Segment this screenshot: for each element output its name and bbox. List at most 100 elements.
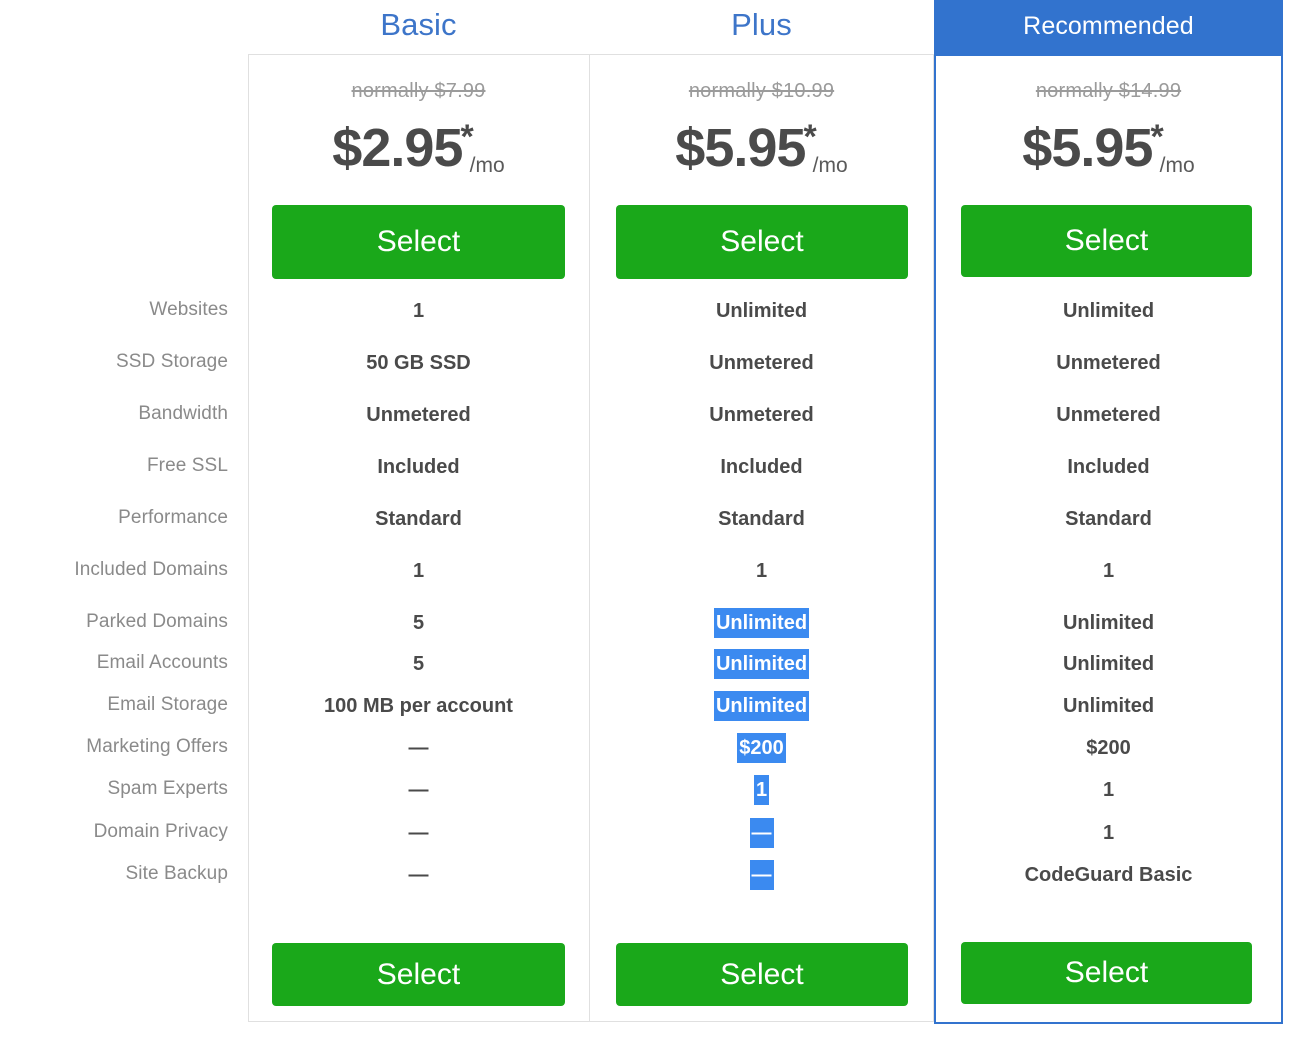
feature-value-text: 1 — [755, 560, 768, 582]
feature-value-text: Unmetered — [709, 352, 814, 374]
feature-value-plus: Unlimited — [589, 296, 934, 326]
feature-value-text: Standard — [375, 508, 462, 530]
feature-label: Included Domains — [74, 559, 228, 580]
feature-value-text: — — [749, 860, 774, 890]
plan-header-basic: Basic — [380, 7, 457, 42]
price-block-plus: normally $10.99 $5.95*/mo — [589, 78, 934, 177]
table-row: SSD Storage 50 GB SSD Unmetered Unmetered — [0, 348, 1300, 400]
select-button-plus-top[interactable]: Select — [616, 205, 908, 279]
feature-value-text: Included — [1067, 456, 1150, 478]
feature-value-plus: Included — [589, 452, 934, 482]
feature-value-text: Standard — [1065, 508, 1152, 530]
feature-value-recommended: Unlimited — [934, 296, 1283, 326]
feature-value-plus: Unmetered — [589, 400, 934, 430]
feature-label: Websites — [149, 299, 228, 320]
feature-value-text: Unlimited — [1062, 653, 1155, 675]
feature-value-text: 100 MB per account — [324, 695, 513, 717]
table-row: Websites 1 Unlimited Unlimited — [0, 296, 1300, 348]
feature-value-plus: $200 — [589, 733, 934, 763]
feature-value-plus: Unlimited — [589, 691, 934, 721]
feature-label: SSD Storage — [116, 351, 228, 372]
feature-value-text: — — [408, 779, 429, 801]
price-line-basic: $2.95*/mo — [248, 108, 589, 177]
pricing-comparison-table: Basic Plus Recommended normally $7.99 $2… — [0, 0, 1300, 1058]
feature-value-plus: 1 — [589, 556, 934, 586]
plan-header-recommended: Recommended — [934, 0, 1283, 54]
feature-value-text: 5 — [412, 612, 425, 634]
feature-value-text: Unlimited — [715, 300, 808, 322]
feature-label: Domain Privacy — [93, 821, 228, 842]
feature-value-text: 1 — [1102, 822, 1115, 844]
table-row: Free SSL Included Included Included — [0, 452, 1300, 504]
feature-value-plus: — — [589, 818, 934, 848]
select-button-basic-top[interactable]: Select — [272, 205, 565, 279]
feature-label: Performance — [118, 507, 228, 528]
feature-value-recommended: Unmetered — [934, 400, 1283, 430]
feature-label: Free SSL — [146, 455, 228, 476]
feature-value-basic: 5 — [248, 649, 589, 679]
feature-value-recommended: 1 — [934, 556, 1283, 586]
feature-value-basic: 1 — [248, 296, 589, 326]
feature-value-basic: 5 — [248, 608, 589, 638]
price-line-plus: $5.95*/mo — [589, 108, 934, 177]
feature-value-text: — — [749, 818, 774, 848]
table-row: Marketing Offers — $200 $200 — [0, 733, 1300, 775]
feature-value-text: Unlimited — [713, 691, 810, 721]
table-row: Included Domains 1 1 1 — [0, 556, 1300, 608]
select-button-recommended-bottom[interactable]: Select — [961, 942, 1252, 1004]
feature-value-text: 50 GB SSD — [366, 352, 471, 374]
feature-value-text: Unlimited — [713, 649, 810, 679]
feature-value-basic: Unmetered — [248, 400, 589, 430]
feature-value-recommended: CodeGuard Basic — [934, 860, 1283, 890]
feature-value-text: CodeGuard Basic — [1024, 864, 1193, 886]
feature-value-text: Unmetered — [366, 404, 471, 426]
original-price-basic: normally $7.99 — [351, 80, 486, 102]
feature-value-text: — — [408, 822, 429, 844]
price-block-basic: normally $7.99 $2.95*/mo — [248, 78, 589, 177]
feature-value-text: Unlimited — [1062, 300, 1155, 322]
feature-value-basic: — — [248, 860, 589, 890]
feature-value-basic: 1 — [248, 556, 589, 586]
feature-value-text: Unmetered — [1056, 352, 1161, 374]
feature-value-text: — — [408, 864, 429, 886]
price-amount-recommended: $5.95 — [1022, 118, 1153, 178]
feature-value-recommended: Standard — [934, 504, 1283, 534]
feature-value-basic: 100 MB per account — [248, 691, 589, 721]
table-row: Performance Standard Standard Standard — [0, 504, 1300, 556]
feature-label: Spam Experts — [107, 778, 228, 799]
table-row: Site Backup — — CodeGuard Basic — [0, 860, 1300, 902]
select-button-basic-bottom[interactable]: Select — [272, 943, 565, 1006]
feature-label: Email Storage — [107, 694, 228, 715]
table-row: Parked Domains 5 Unlimited Unlimited — [0, 608, 1300, 649]
price-amount-basic: $2.95 — [332, 118, 463, 178]
feature-value-text: Included — [720, 456, 803, 478]
feature-value-text: 1 — [412, 300, 425, 322]
feature-value-basic: — — [248, 775, 589, 805]
feature-value-text: 1 — [412, 560, 425, 582]
feature-value-text: 5 — [412, 653, 425, 675]
price-line-recommended: $5.95*/mo — [934, 108, 1283, 177]
select-button-plus-bottom[interactable]: Select — [616, 943, 908, 1006]
price-asterisk-basic: * — [460, 118, 474, 156]
feature-value-text: Unlimited — [713, 608, 810, 638]
feature-value-recommended: $200 — [934, 733, 1283, 763]
feature-value-text: $200 — [1086, 737, 1131, 759]
table-row: Domain Privacy — — 1 — [0, 818, 1300, 860]
table-row: Bandwidth Unmetered Unmetered Unmetered — [0, 400, 1300, 452]
feature-value-plus: 1 — [589, 775, 934, 805]
feature-label: Parked Domains — [86, 611, 228, 632]
feature-value-text: 1 — [1102, 560, 1115, 582]
feature-value-basic: — — [248, 733, 589, 763]
feature-value-text: 1 — [753, 775, 770, 805]
feature-value-basic: Standard — [248, 504, 589, 534]
table-row: Email Accounts 5 Unlimited Unlimited — [0, 649, 1300, 691]
select-button-recommended-top[interactable]: Select — [961, 205, 1252, 277]
feature-label: Site Backup — [125, 863, 228, 884]
feature-value-recommended: Unmetered — [934, 348, 1283, 378]
price-period-plus: /mo — [812, 154, 848, 177]
plan-headers: Basic Plus Recommended — [0, 0, 1300, 54]
feature-value-recommended: Unlimited — [934, 691, 1283, 721]
feature-value-plus: Standard — [589, 504, 934, 534]
feature-value-recommended: Unlimited — [934, 649, 1283, 679]
feature-label: Email Accounts — [96, 652, 228, 673]
